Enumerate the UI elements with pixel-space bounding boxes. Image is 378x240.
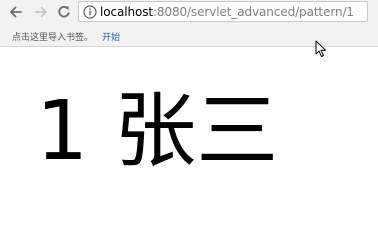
browser-toolbar: localhost:8080/servlet_advanced/pattern/…	[0, 0, 378, 25]
reload-icon	[58, 6, 70, 18]
url-text[interactable]: localhost:8080/servlet_advanced/pattern/…	[100, 3, 354, 21]
arrow-left-icon	[10, 6, 22, 18]
forward-button[interactable]	[31, 2, 51, 22]
back-button[interactable]	[6, 2, 26, 22]
url-host: localhost	[100, 5, 153, 19]
address-bar[interactable]: localhost:8080/servlet_advanced/pattern/…	[78, 1, 368, 22]
start-link[interactable]: 开始	[102, 30, 120, 43]
page-content: 1 张三	[0, 47, 378, 209]
reload-button[interactable]	[54, 2, 74, 22]
import-bookmarks-hint: 点击这里导入书签。	[12, 33, 94, 43]
url-path: :8080/servlet_advanced/pattern/1	[152, 5, 354, 19]
arrow-right-icon	[35, 6, 47, 18]
info-circle-icon[interactable]	[83, 5, 97, 19]
page-output-text: 1 张三	[36, 84, 279, 179]
